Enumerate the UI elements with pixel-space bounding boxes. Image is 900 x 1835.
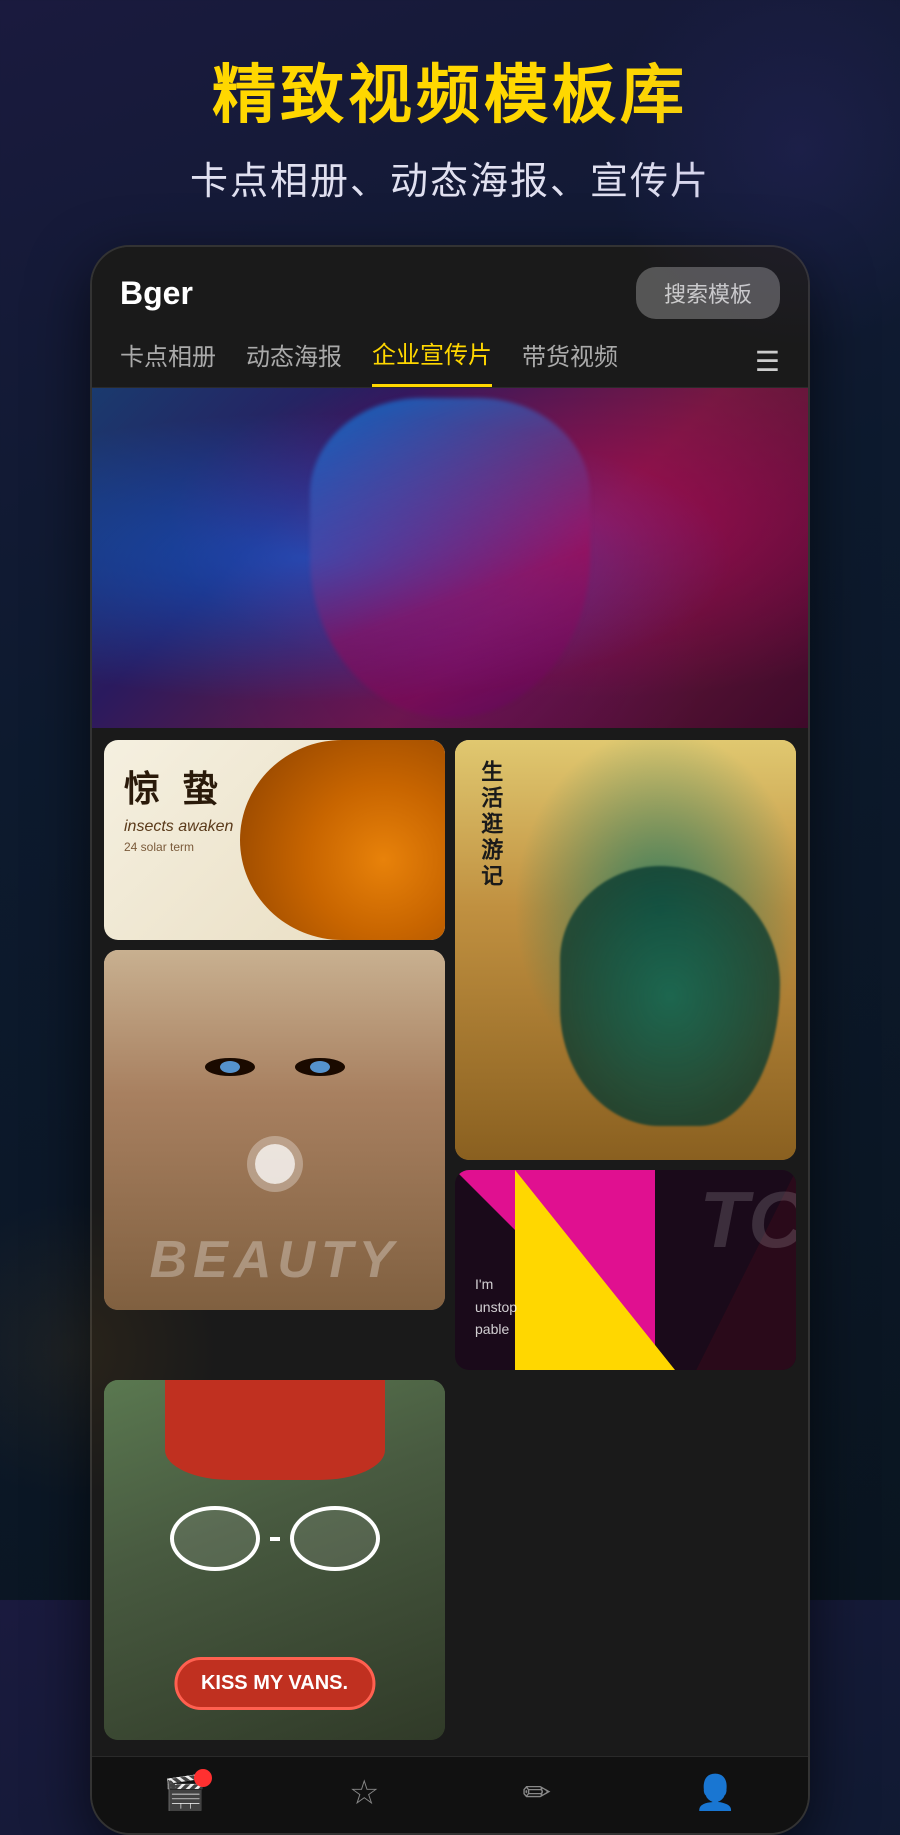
jingzhe-bg (240, 740, 445, 940)
tab-daihuo[interactable]: 带货视频 (522, 337, 618, 386)
bottom-nav: 🎬 ☆ ✏ 👤 (92, 1756, 808, 1833)
jingzhe-content: 惊 蛰 insects awaken 24 solar term (124, 760, 233, 854)
eye-left (205, 1058, 255, 1076)
home-badge (194, 1769, 212, 1787)
jingzhe-title: 惊 蛰 (124, 760, 233, 812)
tab-qiyexuanchuanpian[interactable]: 企业宣传片 (372, 335, 492, 387)
app-topbar: Bger 搜索模板 (92, 247, 808, 319)
card-beauty[interactable]: BEAUTY (104, 950, 445, 1310)
beauty-text: BEAUTY (104, 1230, 445, 1290)
card-jingzhe[interactable]: 惊 蛰 insects awaken 24 solar term (104, 740, 445, 940)
edit-icon: ✏ (523, 1773, 552, 1813)
beauty-flower (255, 1144, 295, 1184)
nav-tabs: 卡点相册 动态海报 企业宣传片 带货视频 ☰ (92, 319, 808, 388)
dragon-body (560, 866, 780, 1126)
card-vans[interactable]: KISS MY VANS. (104, 1380, 445, 1740)
nav-item-profile[interactable]: 👤 (694, 1773, 736, 1813)
star-icon: ☆ (349, 1773, 379, 1813)
tab-dongtaihaibao[interactable]: 动态海报 (246, 337, 342, 386)
eye-right (295, 1058, 345, 1076)
search-button[interactable]: 搜索模板 (636, 267, 780, 319)
dragon-text: 生活逛游记 (473, 760, 508, 890)
content-grid: 惊 蛰 insects awaken 24 solar term 生活逛游记 (92, 728, 808, 1756)
beauty-eyes (205, 1058, 345, 1076)
vans-hat (165, 1380, 385, 1480)
colorful-text: I'm unstop pable (475, 1273, 517, 1340)
sub-title: 卡点相册、动态海报、宣传片 (40, 150, 860, 205)
face-wrap (310, 398, 590, 718)
banner-figure (92, 388, 808, 728)
jingzhe-sub: 24 solar term (124, 840, 233, 854)
colorful-line-3: pable (475, 1318, 517, 1340)
vans-bridge (270, 1537, 280, 1541)
colorful-line-2: unstop (475, 1296, 517, 1318)
vans-badge: KISS MY VANS. (174, 1657, 375, 1710)
banner-face (310, 398, 590, 718)
vans-lens-right (290, 1506, 380, 1571)
card-dragon[interactable]: 生活逛游记 (455, 740, 796, 1160)
app-logo: Bger (120, 275, 193, 312)
phone-mockup: Bger 搜索模板 卡点相册 动态海报 企业宣传片 带货视频 ☰ (90, 245, 810, 1835)
main-banner[interactable] (92, 388, 808, 728)
triangle-yellow (515, 1170, 675, 1370)
card-colorful[interactable]: TC I'm unstop pable (455, 1170, 796, 1370)
colorful-line-1: I'm (475, 1273, 517, 1295)
profile-icon: 👤 (694, 1773, 736, 1813)
header-section: 精致视频模板库 卡点相册、动态海报、宣传片 (0, 0, 900, 235)
vans-lens-left (170, 1506, 260, 1571)
colorful-big-text: TC (699, 1180, 796, 1260)
main-title: 精致视频模板库 (40, 60, 860, 130)
nav-item-star[interactable]: ☆ (349, 1773, 379, 1813)
menu-icon[interactable]: ☰ (755, 345, 780, 378)
vans-glasses (170, 1506, 380, 1571)
jingzhe-en: insects awaken (124, 818, 233, 836)
nav-item-edit[interactable]: ✏ (523, 1773, 552, 1813)
nav-item-home[interactable]: 🎬 (164, 1773, 206, 1813)
tab-kadianzhanxiang[interactable]: 卡点相册 (120, 337, 216, 386)
phone-container: Bger 搜索模板 卡点相册 动态海报 企业宣传片 带货视频 ☰ (0, 235, 900, 1835)
